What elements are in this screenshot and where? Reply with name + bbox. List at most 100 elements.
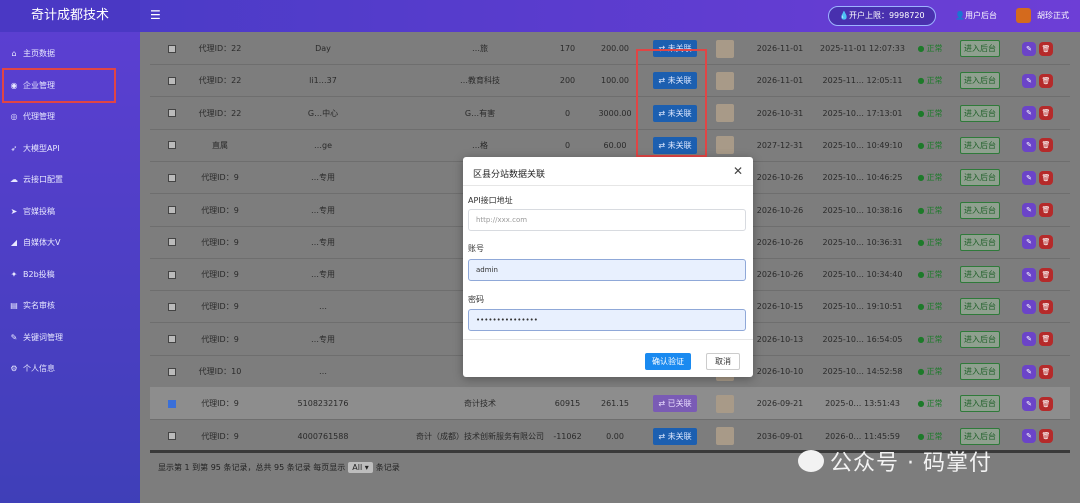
- cell-expire: 2026-10-13: [756, 334, 804, 344]
- sidebar-item-cloud-config[interactable]: ☁ 云接口配置: [0, 164, 140, 196]
- delete-icon[interactable]: 🗑: [1039, 138, 1053, 153]
- cell-company: 奇计技术: [464, 399, 496, 409]
- link-button[interactable]: ⇄ 未关联: [653, 427, 697, 445]
- delete-icon[interactable]: 🗑: [1039, 299, 1053, 314]
- sidebar-item-b2b[interactable]: ✦ B2b投稿: [0, 259, 140, 291]
- thumbnail-image: [716, 104, 734, 123]
- sidebar-item-home[interactable]: ⌂ 主页数据: [0, 38, 140, 70]
- delete-icon[interactable]: 🗑: [1039, 364, 1053, 379]
- cell-expire: 2026-10-10: [756, 367, 804, 376]
- enter-admin-button[interactable]: 进入后台: [960, 72, 1000, 90]
- table-row[interactable]: 代理ID：22 Day …旅 170 200.00 ⇄ 未关联 2026-11-01 2025…: [150, 32, 1070, 65]
- row-checkbox[interactable]: [168, 76, 176, 85]
- username[interactable]: 胡珍正式: [1037, 10, 1069, 21]
- row-checkbox[interactable]: [168, 367, 176, 376]
- delete-icon[interactable]: 🗑: [1039, 332, 1053, 347]
- edit-icon[interactable]: ✎: [1022, 299, 1036, 314]
- table-row[interactable]: 代理ID：9 5108232176 奇计技术 60915 261.15 ⇄ 已关联 2026…: [150, 387, 1070, 421]
- delete-icon[interactable]: 🗑: [1039, 106, 1053, 121]
- sidebar-item-agents[interactable]: ◎ 代理管理: [0, 101, 140, 133]
- delete-icon[interactable]: 🗑: [1039, 41, 1053, 56]
- edit-icon[interactable]: ✎: [1022, 267, 1036, 282]
- delete-icon[interactable]: 🗑: [1039, 203, 1053, 217]
- enter-admin-button[interactable]: 进入后台: [960, 298, 1000, 316]
- status-badge: 正常: [918, 398, 942, 409]
- cell-account: …专用: [311, 237, 335, 247]
- hamburger-icon[interactable]: ☰: [150, 8, 161, 22]
- cell-amount: 0.00: [606, 431, 624, 441]
- enter-admin-button[interactable]: 进入后台: [960, 104, 1000, 122]
- delete-icon[interactable]: 🗑: [1039, 235, 1053, 250]
- row-checkbox[interactable]: [168, 399, 176, 408]
- edit-icon[interactable]: ✎: [1022, 170, 1036, 185]
- sidebar-item-llm-api[interactable]: ➶ 大模型API: [0, 133, 140, 165]
- sidebar-item-keywords[interactable]: ✎ 关键词管理: [0, 322, 140, 354]
- row-checkbox[interactable]: [168, 432, 176, 441]
- enter-admin-button[interactable]: 进入后台: [960, 427, 1000, 445]
- row-checkbox[interactable]: [168, 270, 176, 279]
- table-row[interactable]: 代理ID：22 li1…37 …教育科技 200 100.00 ⇄ 未关联 2026-11-…: [150, 64, 1070, 98]
- user-admin-link[interactable]: 👤用户后台: [955, 10, 997, 21]
- cell-account: …专用: [311, 205, 335, 215]
- edit-icon[interactable]: ✎: [1022, 235, 1036, 250]
- watermark: 公众号 · 码掌付: [798, 445, 992, 477]
- enter-admin-button[interactable]: 进入后台: [960, 40, 1000, 57]
- enter-admin-button[interactable]: 进入后台: [960, 233, 1000, 251]
- row-checkbox[interactable]: [168, 173, 176, 182]
- close-icon[interactable]: ✕: [733, 164, 743, 178]
- enter-admin-button[interactable]: 进入后台: [960, 136, 1000, 154]
- confirm-verify-button[interactable]: 确认验证: [645, 353, 691, 370]
- edit-icon[interactable]: ✎: [1022, 73, 1036, 88]
- sidebar-item-enterprise[interactable]: ◉ 企业管理: [2, 67, 116, 103]
- edit-icon[interactable]: ✎: [1022, 138, 1036, 153]
- row-checkbox[interactable]: [168, 206, 176, 214]
- row-checkbox[interactable]: [168, 335, 176, 344]
- row-checkbox[interactable]: [168, 141, 176, 150]
- cancel-button[interactable]: 取消: [706, 353, 740, 370]
- edit-icon[interactable]: ✎: [1022, 41, 1036, 56]
- sidebar-item-label: 实名审核: [23, 301, 55, 311]
- delete-icon[interactable]: 🗑: [1039, 170, 1053, 185]
- sidebar-item-label: 个人信息: [23, 364, 55, 374]
- sidebar-item-label: 企业管理: [23, 80, 55, 90]
- avatar[interactable]: [1016, 8, 1031, 23]
- sidebar-item-real-name[interactable]: ▤ 实名审核: [0, 290, 140, 322]
- sidebar-item-official-media[interactable]: ➤ 官媒投稿: [0, 196, 140, 228]
- cell-created: 2025-10… 10:38:16: [822, 205, 903, 215]
- cell-created: 2025-10… 10:34:40: [822, 270, 903, 280]
- edit-icon[interactable]: ✎: [1022, 364, 1036, 379]
- edit-icon[interactable]: ✎: [1022, 203, 1036, 217]
- delete-icon[interactable]: 🗑: [1039, 396, 1053, 411]
- rocket-icon: ➶: [10, 143, 18, 153]
- api-url-input[interactable]: [468, 209, 746, 231]
- link-button[interactable]: ⇄ 已关联: [653, 395, 697, 413]
- edit-icon[interactable]: ✎: [1022, 396, 1036, 411]
- delete-icon[interactable]: 🗑: [1039, 267, 1053, 282]
- enter-admin-button[interactable]: 进入后台: [960, 363, 1000, 380]
- row-checkbox[interactable]: [168, 302, 176, 311]
- enter-admin-button[interactable]: 进入后台: [960, 330, 1000, 348]
- per-page-select[interactable]: All ▾: [348, 462, 373, 473]
- cell-account: …: [319, 302, 327, 312]
- sidebar-item-profile[interactable]: ⚙ 个人信息: [0, 353, 140, 385]
- enter-admin-button[interactable]: 进入后台: [960, 266, 1000, 284]
- table-row[interactable]: 代理ID：22 G…中心 G…有害 0 3000.00 ⇄ 未关联 2026-10-31 20…: [150, 97, 1070, 130]
- password-input[interactable]: [468, 309, 746, 331]
- edit-icon[interactable]: ✎: [1022, 106, 1036, 121]
- enter-admin-button[interactable]: 进入后台: [960, 169, 1000, 187]
- edit-icon[interactable]: ✎: [1022, 332, 1036, 347]
- enter-admin-button[interactable]: 进入后台: [960, 201, 1000, 219]
- status-badge: 正常: [918, 431, 942, 442]
- cell-account: …专用: [311, 270, 335, 280]
- account-input[interactable]: [468, 259, 746, 281]
- row-checkbox[interactable]: [168, 238, 176, 247]
- delete-icon[interactable]: 🗑: [1039, 73, 1053, 88]
- sidebar-item-influencer[interactable]: ◢ 自媒体大V: [0, 227, 140, 259]
- edit-icon[interactable]: ✎: [1022, 429, 1036, 444]
- enter-admin-button[interactable]: 进入后台: [960, 395, 1000, 413]
- cell-account: …ge: [314, 140, 332, 150]
- row-checkbox[interactable]: [168, 109, 176, 118]
- delete-icon[interactable]: 🗑: [1039, 429, 1053, 444]
- sidebar-item-label: 代理管理: [23, 112, 55, 122]
- row-checkbox[interactable]: [168, 44, 176, 53]
